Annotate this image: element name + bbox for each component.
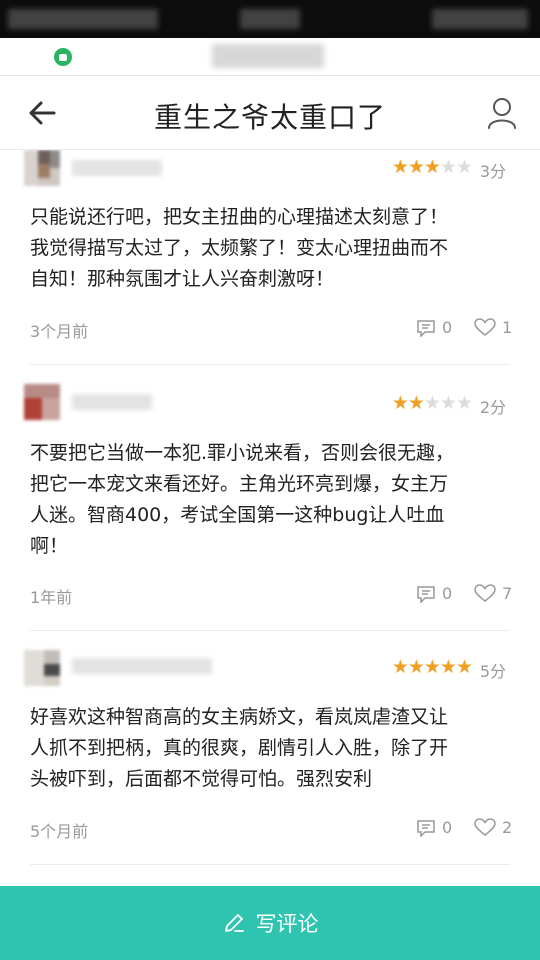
page-title: 重生之爷太重口了 bbox=[153, 101, 386, 134]
write-review-label: 写评论 bbox=[255, 912, 319, 936]
like-button[interactable]: 1 bbox=[474, 318, 512, 337]
avatar[interactable] bbox=[24, 150, 60, 186]
username-blur bbox=[72, 394, 152, 410]
like-button[interactable]: 2 bbox=[474, 818, 512, 837]
avatar[interactable] bbox=[24, 384, 60, 420]
like-button[interactable]: 7 bbox=[474, 584, 512, 603]
comment-button[interactable]: 0 bbox=[416, 318, 452, 337]
heart-icon bbox=[474, 584, 496, 602]
review-list[interactable]: ★★★★★ 3分 只能说还行吧，把女主扭曲的心理描述太刻意了！ 我觉得描写太过了… bbox=[0, 150, 540, 886]
status-bar bbox=[0, 0, 540, 38]
status-bar-center-blur bbox=[240, 9, 300, 29]
divider bbox=[30, 864, 510, 865]
user-button[interactable] bbox=[486, 96, 518, 130]
user-icon bbox=[488, 98, 516, 129]
review-time: 3个月前 bbox=[30, 322, 89, 341]
review-time: 5个月前 bbox=[30, 822, 89, 841]
heart-icon bbox=[474, 818, 496, 836]
review-text: 只能说还行吧，把女主扭曲的心理描述太刻意了！ 我觉得描写太过了，太频繁了！变太心… bbox=[30, 206, 449, 290]
username-blur bbox=[72, 160, 162, 176]
heart-icon bbox=[474, 318, 496, 336]
comment-button[interactable]: 0 bbox=[416, 584, 452, 603]
edit-icon bbox=[224, 914, 244, 932]
username-blur bbox=[72, 658, 212, 674]
comment-count: 0 bbox=[442, 318, 453, 337]
page-header: 重生之爷太重口了 bbox=[0, 76, 540, 150]
divider bbox=[30, 630, 510, 631]
comment-button[interactable]: 0 bbox=[416, 818, 452, 837]
like-count: 1 bbox=[502, 318, 513, 337]
star-rating: ★★★★★ bbox=[391, 156, 473, 178]
review-text: 不要把它当做一本犯.罪小说来看，否则会很无趣， 把它一本宠文来看还好。主角光环亮… bbox=[30, 442, 455, 557]
review-item: ★★★★★ 5分 好喜欢这种智商高的女主病娇文，看岚岚虐渣又让 人抓不到把柄，真… bbox=[0, 648, 540, 880]
lock-icon bbox=[54, 48, 72, 66]
review-item: ★★★★★ 3分 只能说还行吧，把女主扭曲的心理描述太刻意了！ 我觉得描写太过了… bbox=[0, 150, 540, 365]
review-item: ★★★★★ 2分 不要把它当做一本犯.罪小说来看，否则会很无趣， 把它一本宠文来… bbox=[0, 380, 540, 632]
review-text: 好喜欢这种智商高的女主病娇文，看岚岚虐渣又让 人抓不到把柄，真的很爽，剧情引人入… bbox=[30, 706, 449, 790]
divider bbox=[30, 364, 510, 365]
comment-icon bbox=[417, 819, 435, 837]
score-label: 2分 bbox=[479, 398, 506, 417]
like-count: 7 bbox=[502, 584, 513, 603]
status-bar-left-blur bbox=[8, 9, 158, 29]
score-label: 3分 bbox=[479, 162, 506, 181]
comment-count: 0 bbox=[442, 584, 453, 603]
url-text-blur bbox=[212, 44, 324, 68]
comment-count: 0 bbox=[442, 818, 453, 837]
write-review-button[interactable]: 写评论 bbox=[0, 886, 540, 960]
comment-icon bbox=[417, 585, 435, 603]
star-rating: ★★★★★ bbox=[391, 392, 473, 414]
avatar[interactable] bbox=[24, 650, 60, 686]
like-count: 2 bbox=[502, 818, 513, 837]
star-rating: ★★★★★ bbox=[391, 656, 473, 678]
score-label: 5分 bbox=[479, 662, 506, 681]
review-time: 1年前 bbox=[30, 588, 73, 607]
comment-icon bbox=[417, 319, 435, 337]
status-bar-right-blur bbox=[432, 9, 528, 29]
